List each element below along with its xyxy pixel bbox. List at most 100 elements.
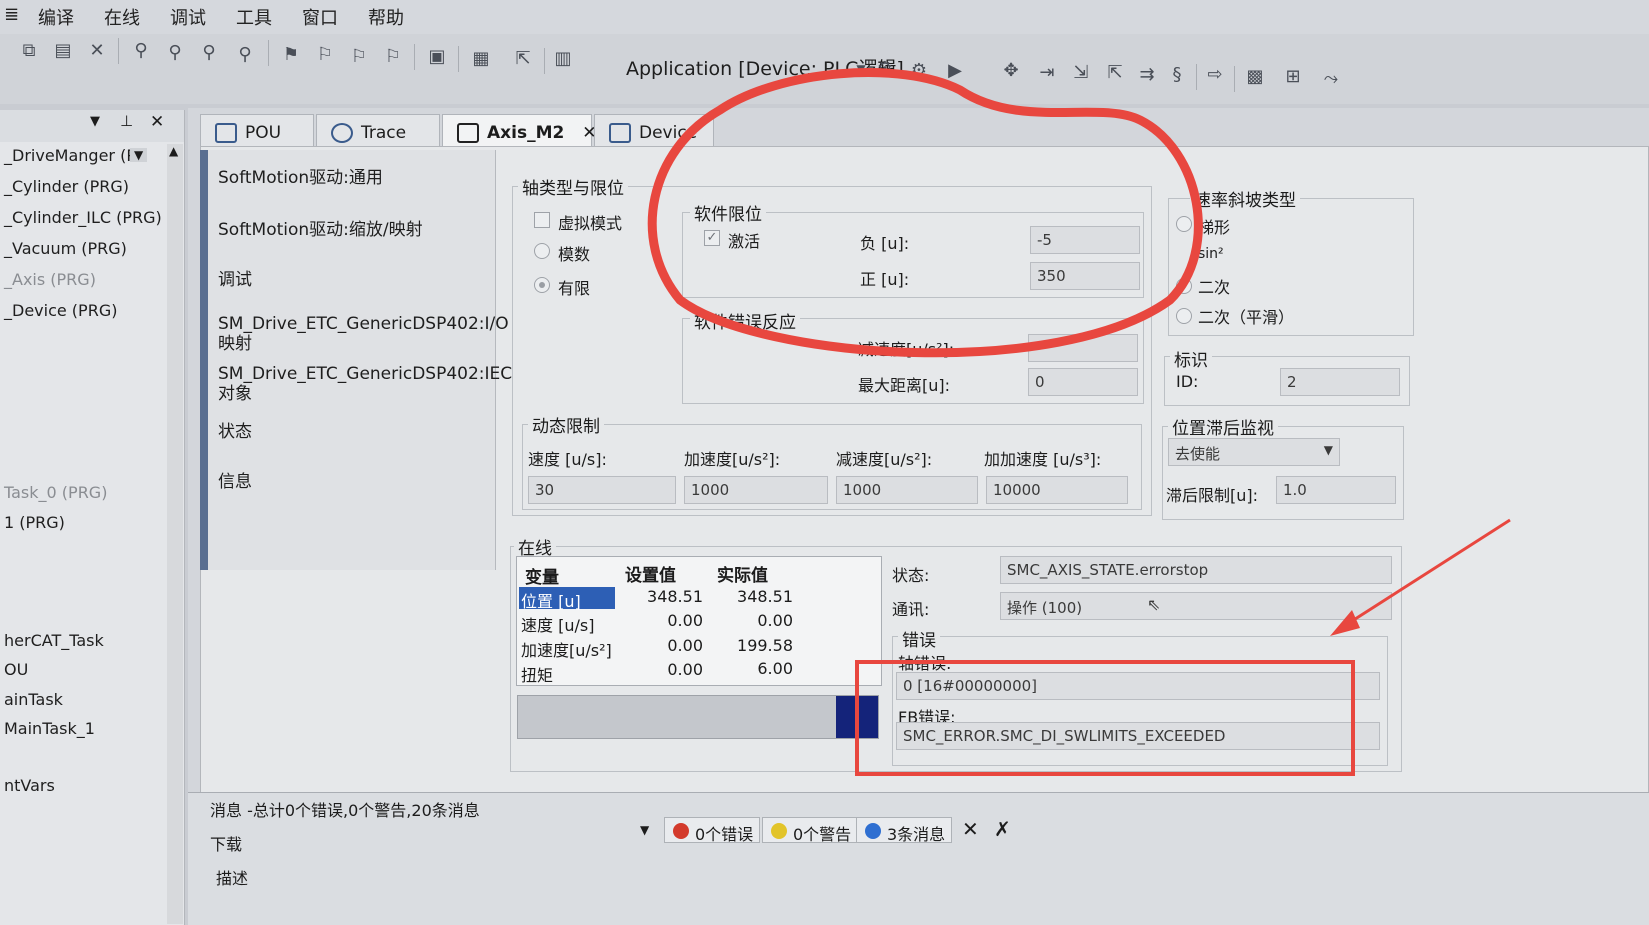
toolbar-separator [414, 44, 415, 70]
nav-item-info[interactable]: 信息 [218, 472, 252, 492]
table-row-var[interactable]: 扭矩 [521, 662, 553, 686]
tree-item[interactable]: _Cylinder (PRG) [4, 177, 129, 196]
tools-icon[interactable]: ✥ [1000, 60, 1022, 82]
table-row-var[interactable]: 速度 [u/s] [521, 612, 594, 636]
modulo-radio[interactable] [534, 243, 550, 259]
menu-window[interactable]: 窗口 [302, 4, 338, 30]
delete-icon[interactable]: ✕ [86, 40, 108, 62]
menu-help[interactable]: 帮助 [368, 4, 404, 30]
menu-debug[interactable]: 调试 [170, 4, 206, 30]
set-next-icon[interactable]: § [1166, 64, 1188, 86]
bookmark-icon[interactable]: ⚑ [280, 44, 302, 66]
login-icon[interactable]: ⚙ [874, 58, 896, 80]
tree-item[interactable]: _Device (PRG) [4, 301, 117, 320]
trace-icon [331, 123, 353, 143]
bookmark-next-icon[interactable]: ⚐ [348, 46, 370, 68]
ramp-quadratic-smooth-radio[interactable] [1176, 308, 1192, 324]
nav-item-io-mapping[interactable]: SM_Drive_ETC_GenericDSP402:I/O 映射 [218, 314, 509, 354]
clear-icon[interactable]: ✕ [962, 817, 979, 841]
tab-axis-m2[interactable]: Axis_M2 ✕ [442, 114, 597, 150]
export-icon[interactable]: ⇱ [512, 48, 534, 70]
lag-limit-input[interactable]: 1.0 [1276, 476, 1396, 504]
pin-icon[interactable]: ⊥ [120, 112, 133, 130]
monitor-icon[interactable]: ▩ [1244, 66, 1266, 88]
menu-online[interactable]: 在线 [104, 4, 140, 30]
decel-input[interactable] [1028, 334, 1138, 362]
nav-item-debug[interactable]: 调试 [218, 270, 252, 290]
toolbar-separator [268, 40, 269, 66]
toolbar-separator [544, 48, 545, 74]
decel-limit-input[interactable]: 1000 [836, 476, 978, 504]
limits-active-checkbox[interactable]: ✓ [704, 230, 720, 246]
run-icon[interactable]: ▶ [944, 60, 966, 82]
tree-item[interactable]: Task_0 (PRG) [4, 483, 107, 502]
dropdown-icon[interactable]: ▼ [90, 114, 100, 129]
tab-trace[interactable]: Trace [316, 114, 440, 150]
ramp-quadratic-radio[interactable] [1176, 278, 1192, 294]
arrow-right-icon[interactable]: ⇨ [1204, 64, 1226, 86]
nav-item-general[interactable]: SoftMotion驱动:通用 [218, 168, 383, 188]
accel-input[interactable]: 1000 [684, 476, 828, 504]
window-icon[interactable]: ▣ [426, 46, 448, 68]
table-row-var[interactable]: 位置 [u] [521, 588, 581, 612]
jerk-input[interactable]: 10000 [986, 476, 1128, 504]
tab-device[interactable]: Device [594, 114, 714, 150]
message-source-select[interactable]: 下载 [210, 831, 242, 855]
chevron-down-icon[interactable]: ▼ [640, 823, 649, 837]
tree-item[interactable]: OU [4, 660, 28, 679]
clear-all-icon[interactable]: ✗ [994, 817, 1011, 841]
device-icon [609, 123, 631, 143]
run-to-cursor-icon[interactable]: ⇉ [1136, 64, 1158, 86]
neg-limit-input[interactable]: -5 [1030, 226, 1140, 254]
find-next-icon[interactable]: ⚲ [164, 42, 186, 64]
step-over-icon[interactable]: ⇥ [1036, 62, 1058, 84]
tree-item[interactable]: ntVars [4, 776, 55, 795]
bookmark-prev-icon[interactable]: ⚐ [314, 44, 336, 66]
tab-pou[interactable]: POU [200, 114, 314, 150]
step-into-icon[interactable]: ⇲ [1070, 62, 1092, 84]
find-icon[interactable]: ⚲ [130, 40, 152, 62]
tree-item[interactable]: _DriveManger (PR [4, 146, 147, 165]
menu-tools[interactable]: 工具 [236, 4, 272, 30]
replace-all-icon[interactable]: ⚲ [234, 44, 256, 66]
chevron-down-icon[interactable]: ▼ [850, 58, 872, 80]
grid-icon[interactable]: ▦ [470, 48, 492, 70]
cart-icon[interactable]: ⊞ [1282, 66, 1304, 88]
step-out-icon[interactable]: ⇱ [1104, 62, 1126, 84]
table-row-var[interactable]: 加速度[u/s²] [521, 637, 612, 661]
errors-filter-button[interactable]: 0个错误 [664, 817, 761, 844]
tree-item[interactable]: _Axis (PRG) [4, 270, 96, 289]
info-filter-button[interactable]: 3条消息 [856, 817, 953, 844]
max-distance-input[interactable]: 0 [1028, 368, 1138, 396]
paste-icon[interactable]: ▤ [52, 40, 74, 62]
finite-radio[interactable] [534, 277, 550, 293]
nav-item-status[interactable]: 状态 [218, 422, 252, 442]
warnings-filter-button[interactable]: 0个警告 [762, 817, 859, 844]
virtual-mode-checkbox[interactable] [534, 212, 550, 228]
ramp-trapezoid-radio[interactable] [1176, 216, 1192, 232]
bookmark-clear-icon[interactable]: ⚐ [382, 46, 404, 68]
tab-label: Device [639, 123, 698, 143]
force-icon[interactable]: ⤳ [1320, 68, 1342, 90]
chevron-down-icon[interactable]: ▼ [130, 148, 148, 162]
velocity-input[interactable]: 30 [528, 476, 676, 504]
lag-mode-select[interactable]: 去使能 ▼ [1168, 438, 1340, 466]
logout-icon[interactable]: ⚙ [908, 60, 930, 82]
pos-limit-input[interactable]: 350 [1030, 262, 1140, 290]
nav-item-iec-objects[interactable]: SM_Drive_ETC_GenericDSP402:IEC 对象 [218, 364, 512, 404]
tree-item[interactable]: 1 (PRG) [4, 513, 65, 532]
tree-item[interactable]: _Cylinder_ILC (PRG) [4, 208, 162, 227]
copy-icon[interactable]: ⧉ [18, 40, 40, 62]
tree-item[interactable]: _Vacuum (PRG) [4, 239, 127, 258]
menu-build[interactable]: 编译 [38, 4, 74, 30]
close-icon[interactable]: ✕ [150, 112, 164, 132]
tree-item[interactable]: ainTask [4, 690, 63, 709]
tree-item[interactable]: herCAT_Task [4, 631, 104, 650]
id-input[interactable]: 2 [1280, 368, 1400, 396]
nav-item-scaling[interactable]: SoftMotion驱动:缩放/映射 [218, 220, 423, 240]
calculator-icon[interactable]: ▥ [552, 48, 574, 70]
replace-icon[interactable]: ⚲ [198, 42, 220, 64]
tree-scrollbar[interactable]: ▲ [167, 144, 183, 924]
scroll-up-icon[interactable]: ▲ [169, 144, 178, 158]
tree-item[interactable]: MainTask_1 [4, 719, 95, 738]
